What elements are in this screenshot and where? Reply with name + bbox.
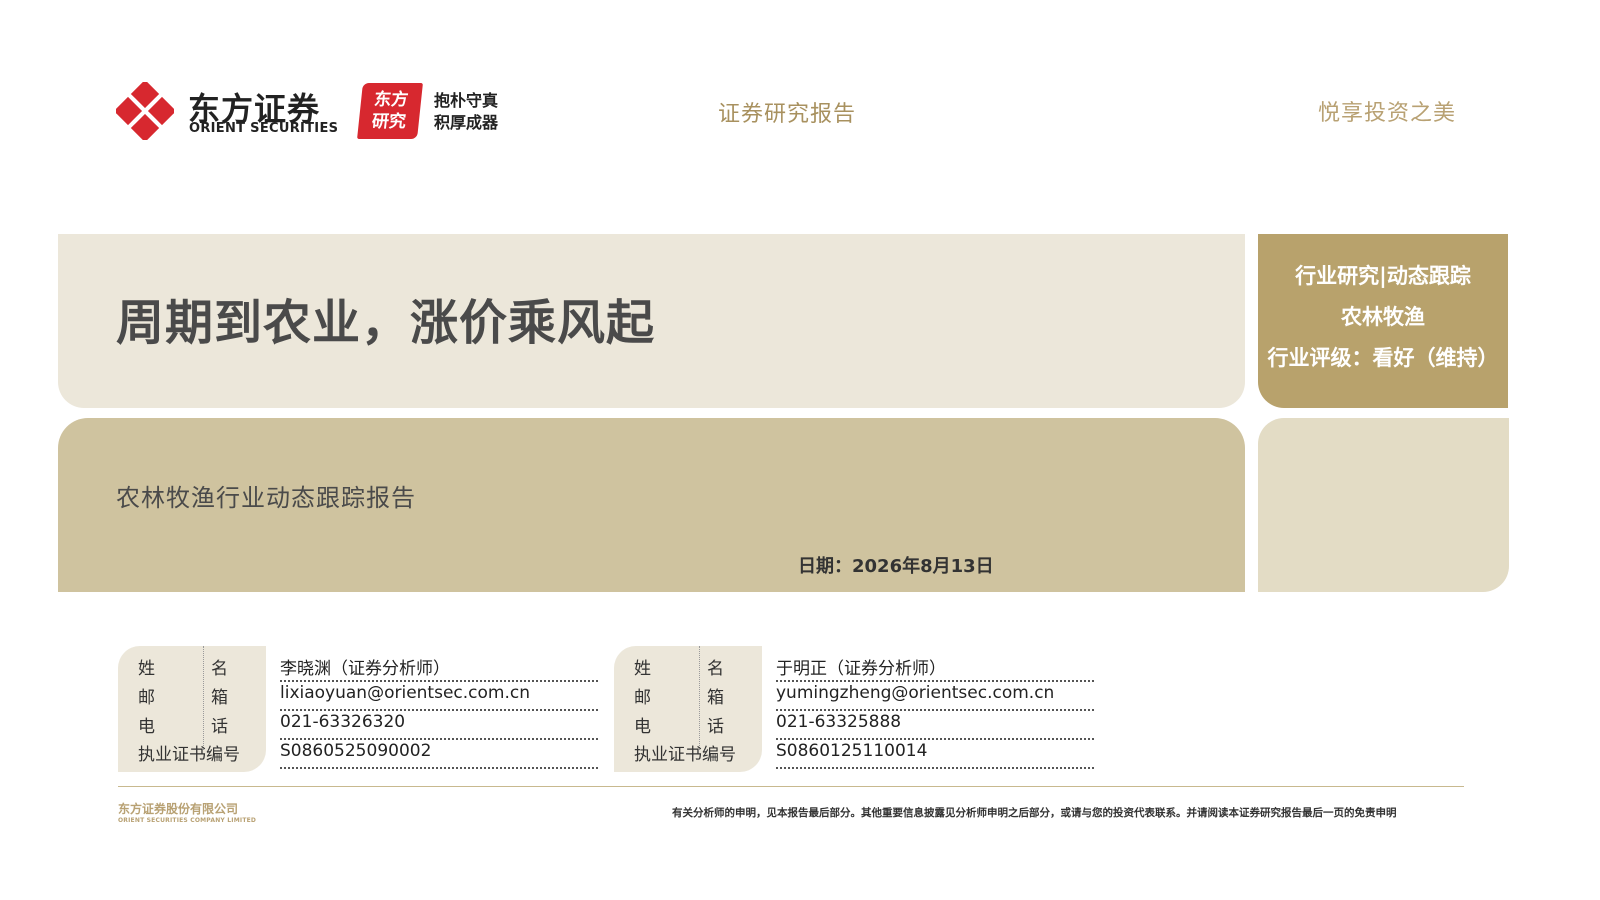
label-phone-2: 话 xyxy=(211,717,228,737)
analyst-license: S0860125110014 xyxy=(776,741,1094,769)
research-badge-line1: 东方 xyxy=(373,90,410,110)
label-email-2: 箱 xyxy=(707,688,724,708)
label-phone-2: 话 xyxy=(707,717,724,737)
label-divider xyxy=(699,646,700,750)
label-email-2: 箱 xyxy=(211,688,228,708)
report-sector: 农林牧渔 xyxy=(1341,305,1425,329)
footer-divider xyxy=(118,786,1464,787)
analyst-card: 姓 名 邮 箱 电 话 执业证书编号 李晓渊（证券分析师） lixiaoyuan… xyxy=(118,646,604,772)
analyst-card: 姓 名 邮 箱 电 话 执业证书编号 于明正（证券分析师） yumingzhen… xyxy=(614,646,1100,772)
orient-securities-logo-icon xyxy=(116,82,174,140)
report-meta-panel: 行业研究|动态跟踪 农林牧渔 行业评级：看好（维持） xyxy=(1258,234,1508,408)
report-subtitle: 农林牧渔行业动态跟踪报告 xyxy=(116,484,416,512)
header-report-label: 证券研究报告 xyxy=(718,102,857,127)
footer-company-name-cn: 东方证券股份有限公司 xyxy=(118,802,239,816)
analyst-name: 于明正（证券分析师） xyxy=(776,654,1094,682)
label-name-2: 名 xyxy=(707,659,724,679)
analyst-email[interactable]: yumingzheng@orientsec.com.cn xyxy=(776,683,1094,711)
report-date: 日期：2026年8月13日 xyxy=(798,556,994,577)
analyst-email[interactable]: lixiaoyuan@orientsec.com.cn xyxy=(280,683,598,711)
research-badge-line2: 研究 xyxy=(370,112,407,132)
analyst-phone: 021-63326320 xyxy=(280,712,598,740)
label-phone-1: 电 xyxy=(138,717,155,737)
slogan: 抱朴守真 积厚成器 xyxy=(434,90,498,134)
label-phone-1: 电 xyxy=(634,717,651,737)
slogan-line1: 抱朴守真 xyxy=(434,91,499,110)
analyst-license: S0860525090002 xyxy=(280,741,598,769)
footer-disclaimer: 有关分析师的申明，见本报告最后部分。其他重要信息披露见分析师申明之后部分，或请与… xyxy=(672,807,1397,819)
report-title: 周期到农业，涨价乘风起 xyxy=(116,295,656,351)
analyst-label-column: 姓 名 邮 箱 电 话 执业证书编号 xyxy=(118,646,266,772)
label-license: 执业证书编号 xyxy=(634,745,736,765)
header-tagline: 悦享投资之美 xyxy=(1318,101,1457,126)
report-type: 行业研究|动态跟踪 xyxy=(1295,264,1471,288)
analyst-label-column: 姓 名 邮 箱 电 话 执业证书编号 xyxy=(614,646,762,772)
label-name-2: 名 xyxy=(211,659,228,679)
slogan-line2: 积厚成器 xyxy=(434,113,499,132)
decorative-side-block xyxy=(1258,418,1509,592)
label-license: 执业证书编号 xyxy=(138,745,240,765)
label-email-1: 邮 xyxy=(634,688,651,708)
brand-name-en: ORIENT SECURITIES xyxy=(189,121,339,136)
label-name-1: 姓 xyxy=(634,659,651,679)
label-email-1: 邮 xyxy=(138,688,155,708)
industry-rating: 行业评级：看好（维持） xyxy=(1267,346,1499,370)
research-badge: 东方 研究 xyxy=(357,83,423,139)
analyst-phone: 021-63325888 xyxy=(776,712,1094,740)
label-divider xyxy=(203,646,204,750)
footer-company-name-en: ORIENT SECURITIES COMPANY LIMITED xyxy=(118,817,257,824)
label-name-1: 姓 xyxy=(138,659,155,679)
analyst-name: 李晓渊（证券分析师） xyxy=(280,654,598,682)
